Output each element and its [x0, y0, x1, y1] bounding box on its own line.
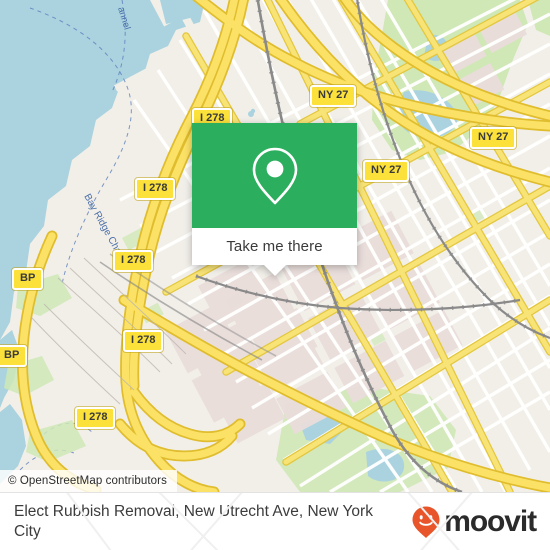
popup-action-button[interactable]: Take me there: [192, 228, 357, 265]
popup-action-label: Take me there: [226, 238, 323, 255]
osm-attribution[interactable]: © OpenStreetMap contributors: [0, 470, 177, 492]
attribution-text: © OpenStreetMap contributors: [8, 475, 167, 487]
map-popup[interactable]: Take me there: [192, 123, 357, 276]
road-shield: I 278: [135, 178, 176, 200]
road-shield: I 278: [113, 250, 154, 272]
road-shield: I 278: [75, 407, 116, 429]
moovit-smiley-pin-icon: [412, 506, 440, 538]
road-shield: NY 27: [470, 127, 517, 149]
road-shield: BP: [12, 268, 44, 290]
popup-header: [192, 123, 357, 228]
map-pin-icon: [252, 147, 297, 204]
footer-bar: Elect Rubbish Removal, New Utrecht Ave, …: [0, 492, 550, 550]
location-title: Elect Rubbish Removal, New Utrecht Ave, …: [14, 502, 373, 540]
road-shield: BP: [0, 345, 28, 367]
road-shield: NY 27: [363, 160, 410, 182]
screenshot-root: Bay Ridge Channel annel I 278 NY 27 NY 2…: [0, 0, 550, 550]
road-shield: I 278: [123, 330, 164, 352]
road-shield: NY 27: [310, 85, 357, 107]
moovit-logo[interactable]: moovit: [411, 504, 537, 539]
moovit-wordmark: moovit: [444, 504, 537, 538]
popup-tail: [263, 265, 286, 276]
